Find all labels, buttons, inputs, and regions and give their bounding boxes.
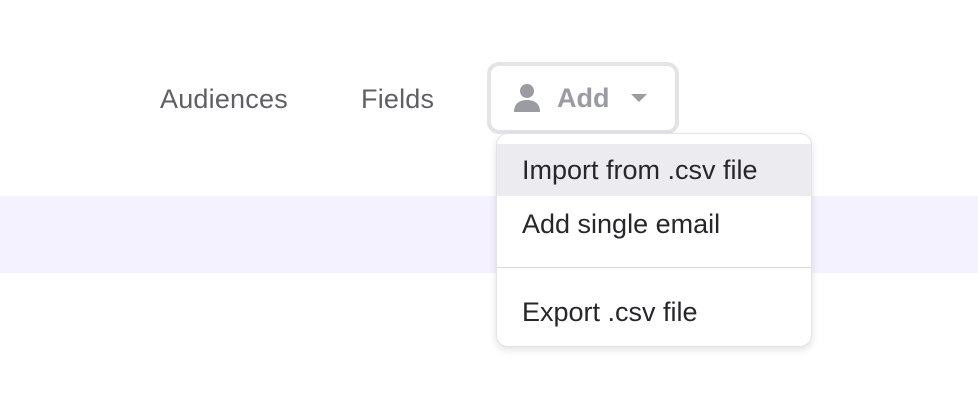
user-icon xyxy=(514,84,540,112)
add-button-label: Add xyxy=(557,82,610,113)
menu-item-import-csv[interactable]: Import from .csv file xyxy=(497,144,811,196)
top-navigation: Audiences Fields Add xyxy=(0,62,978,134)
add-dropdown-menu: Import from .csv file Add single email E… xyxy=(496,133,812,347)
nav-link-audiences[interactable]: Audiences xyxy=(160,84,288,115)
add-dropdown-button[interactable]: Add xyxy=(487,62,679,134)
menu-divider xyxy=(497,267,811,268)
caret-down-icon xyxy=(631,94,648,102)
menu-item-add-single-email[interactable]: Add single email xyxy=(497,198,811,250)
content-banner-strip xyxy=(0,196,978,273)
menu-item-export-csv[interactable]: Export .csv file xyxy=(497,286,811,338)
nav-link-fields[interactable]: Fields xyxy=(361,84,434,115)
